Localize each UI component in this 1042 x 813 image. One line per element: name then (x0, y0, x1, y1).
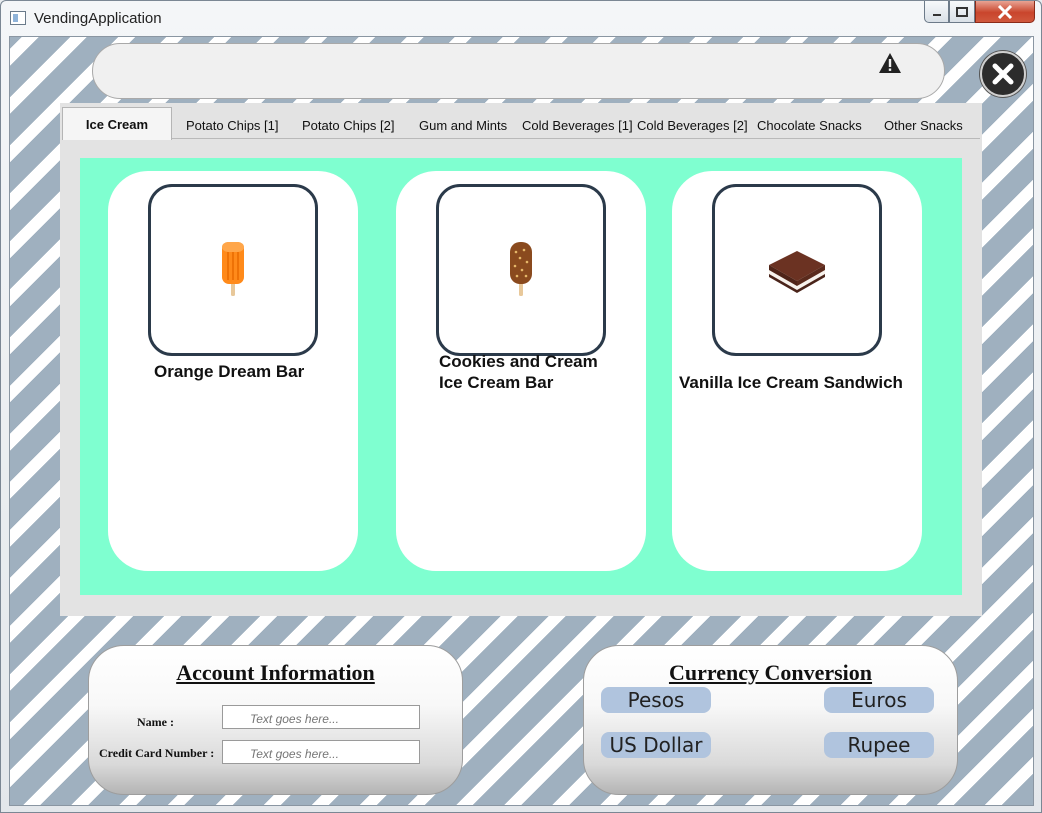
rupee-button[interactable]: Rupee (824, 732, 934, 758)
minimize-button[interactable] (924, 1, 949, 23)
name-input[interactable] (222, 705, 420, 729)
credit-card-label: Credit Card Number : (99, 746, 215, 760)
ice-cream-sandwich-icon (769, 251, 825, 293)
app-window: VendingApplication Ice Cream Potato Chip… (0, 0, 1042, 813)
app-icon (10, 11, 26, 25)
product-card[interactable]: Vanilla Ice Cream Sandwich (672, 171, 922, 571)
tab-strip: Ice Cream Potato Chips [1] Potato Chips … (62, 107, 980, 140)
account-title: Account Information (176, 660, 375, 685)
window-close-button[interactable] (975, 1, 1035, 23)
maximize-icon (956, 6, 968, 17)
euros-button[interactable]: Euros (824, 687, 934, 713)
product-name: Cookies and Cream Ice Cream Bar (439, 351, 598, 393)
window-controls (924, 1, 1035, 25)
maximize-button[interactable] (949, 1, 975, 23)
ice-cream-tab-content: Orange Dream Bar Cookies and Cream Ice C… (80, 158, 962, 595)
chocolate-bar-icon (510, 242, 532, 296)
tab-potato-chips-2[interactable]: Potato Chips [2] (302, 113, 395, 139)
alert-bar (92, 43, 945, 99)
product-image-button[interactable] (148, 184, 318, 356)
app-close-button[interactable] (980, 51, 1026, 97)
title-bar[interactable]: VendingApplication (1, 1, 1041, 35)
us-dollar-button[interactable]: US Dollar (601, 732, 711, 758)
close-icon (992, 63, 1014, 85)
name-label: Name : (137, 715, 174, 729)
product-image-button[interactable] (712, 184, 882, 356)
category-tab-panel: Ice Cream Potato Chips [1] Potato Chips … (60, 103, 982, 616)
close-icon (997, 4, 1013, 19)
minimize-icon (932, 13, 941, 16)
product-name-line-2: Ice Cream Bar (439, 373, 554, 392)
tab-other-snacks[interactable]: Other Snacks (884, 113, 963, 139)
product-card[interactable]: Cookies and Cream Ice Cream Bar (396, 171, 646, 571)
product-name: Orange Dream Bar (154, 362, 305, 381)
client-area: Ice Cream Potato Chips [1] Potato Chips … (9, 36, 1034, 806)
tab-gum-and-mints[interactable]: Gum and Mints (419, 113, 507, 139)
tab-potato-chips-1[interactable]: Potato Chips [1] (186, 113, 279, 139)
tab-chocolate-snacks[interactable]: Chocolate Snacks (757, 113, 862, 139)
tab-cold-beverages-1[interactable]: Cold Beverages [1] (522, 113, 633, 139)
account-information-panel: Account Information Name : Credit Card N… (88, 645, 463, 795)
warning-icon[interactable] (878, 52, 902, 74)
pesos-button[interactable]: Pesos (601, 687, 711, 713)
product-image-button[interactable] (436, 184, 606, 356)
window-title: VendingApplication (34, 10, 162, 27)
currency-title: Currency Conversion (668, 660, 873, 685)
tab-ice-cream[interactable]: Ice Cream (62, 107, 172, 140)
product-card[interactable]: Orange Dream Bar (108, 171, 358, 571)
credit-card-input[interactable] (222, 740, 420, 764)
product-name-line-1: Cookies and Cream (439, 352, 598, 371)
currency-conversion-panel: Currency Conversion Pesos Euros US Dolla… (583, 645, 958, 795)
tab-cold-beverages-2[interactable]: Cold Beverages [2] (637, 113, 748, 139)
orange-popsicle-icon (222, 242, 244, 296)
product-name: Vanilla Ice Cream Sandwich (679, 373, 903, 392)
